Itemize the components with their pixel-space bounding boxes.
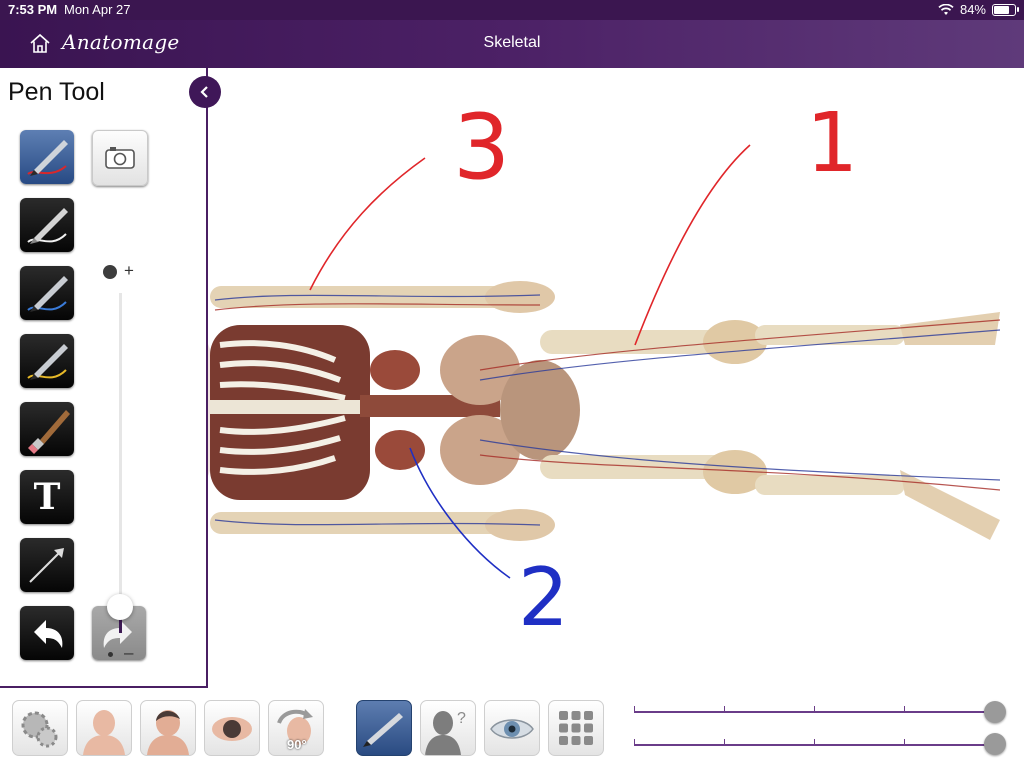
nav-bar: Anatomage Skeletal	[0, 20, 1024, 68]
pen-tool-button[interactable]	[356, 700, 412, 756]
undo-button[interactable]	[20, 606, 74, 660]
annotation-label-2: 2	[518, 551, 569, 644]
battery-icon	[992, 3, 1019, 16]
white-pen-icon	[27, 208, 68, 244]
status-date: Mon Apr 27	[64, 2, 131, 17]
top-view-button[interactable]	[204, 700, 260, 756]
panel-title: Pen Tool	[8, 78, 105, 106]
svg-text:?: ?	[457, 710, 466, 727]
pen-size-minus-icon: –	[124, 643, 134, 662]
undo-icon	[34, 620, 63, 648]
text-tool[interactable]: T	[20, 470, 74, 524]
pen-size-plus-icon: +	[124, 261, 134, 280]
pen-size-slider-track[interactable]	[119, 293, 122, 633]
gear-view-button[interactable]	[12, 700, 68, 756]
status-right: 84%	[938, 2, 1019, 17]
slider-tick	[904, 706, 905, 712]
status-time: 7:53 PM	[8, 2, 58, 17]
quiz-button[interactable]: ?	[420, 700, 476, 756]
opacity-slider-thumb[interactable]	[984, 701, 1006, 723]
pen-size-small-indicator	[108, 652, 113, 657]
grid-icon	[559, 711, 593, 745]
annotation-stroke-3	[309, 157, 426, 291]
pen-size-large-indicator	[103, 265, 117, 279]
annotation-layer[interactable]	[208, 68, 1024, 686]
slider-tick	[724, 739, 725, 745]
text-tool-glyph: T	[33, 476, 61, 518]
red-pen-icon	[27, 140, 68, 176]
head-front-icon	[83, 710, 125, 755]
head-question-icon: ?	[425, 710, 466, 755]
second-slider-thumb[interactable]	[984, 733, 1006, 755]
camera-icon	[105, 147, 135, 169]
eye-icon	[490, 719, 534, 739]
pen-tool-panel: Pen Tool T + –	[0, 68, 208, 688]
anatomy-viewport[interactable]: 3 1 2	[208, 68, 1024, 686]
yellow-pen-icon	[27, 344, 68, 380]
annotation-label-1: 1	[806, 96, 859, 191]
blue-pen-icon	[27, 276, 68, 312]
eraser-tool[interactable]	[20, 402, 74, 456]
slider-tick	[634, 706, 635, 712]
gears-icon	[21, 711, 58, 748]
slider-tick	[724, 706, 725, 712]
rotate-90-button[interactable]: 90°	[268, 700, 324, 756]
wifi-icon	[938, 3, 954, 15]
slider-tick	[634, 739, 635, 745]
annotation-stroke-1	[634, 144, 751, 346]
side-view-button[interactable]	[140, 700, 196, 756]
red-pen-tool[interactable]	[20, 130, 74, 184]
head-side-icon	[147, 710, 189, 755]
status-bar: 7:53 PM Mon Apr 27 84%	[0, 0, 1024, 20]
battery-percent: 84%	[959, 2, 986, 17]
slider-tick	[904, 739, 905, 745]
yellow-pen-tool[interactable]	[20, 334, 74, 388]
annotation-stroke-2	[409, 447, 511, 579]
slider-tick	[814, 706, 815, 712]
blue-pen-tool[interactable]	[20, 266, 74, 320]
head-top-icon	[212, 717, 252, 741]
pen-icon	[363, 713, 403, 747]
arrow-icon	[29, 548, 64, 583]
bottom-toolbar: 90° ?	[0, 688, 1024, 768]
arrow-tool[interactable]	[20, 538, 74, 592]
pen-size-slider-thumb[interactable]	[107, 594, 133, 620]
white-pen-tool[interactable]	[20, 198, 74, 252]
slider-tick	[814, 739, 815, 745]
eraser-icon	[28, 410, 70, 454]
screenshot-button[interactable]	[92, 130, 148, 186]
battery-fill	[994, 5, 1009, 14]
front-view-button[interactable]	[76, 700, 132, 756]
page-title: Skeletal	[483, 34, 541, 51]
visibility-button[interactable]	[484, 700, 540, 756]
menu-grid-button[interactable]	[548, 700, 604, 756]
annotation-label-3: 3	[453, 95, 511, 200]
rotate-badge: 90°	[287, 737, 307, 752]
